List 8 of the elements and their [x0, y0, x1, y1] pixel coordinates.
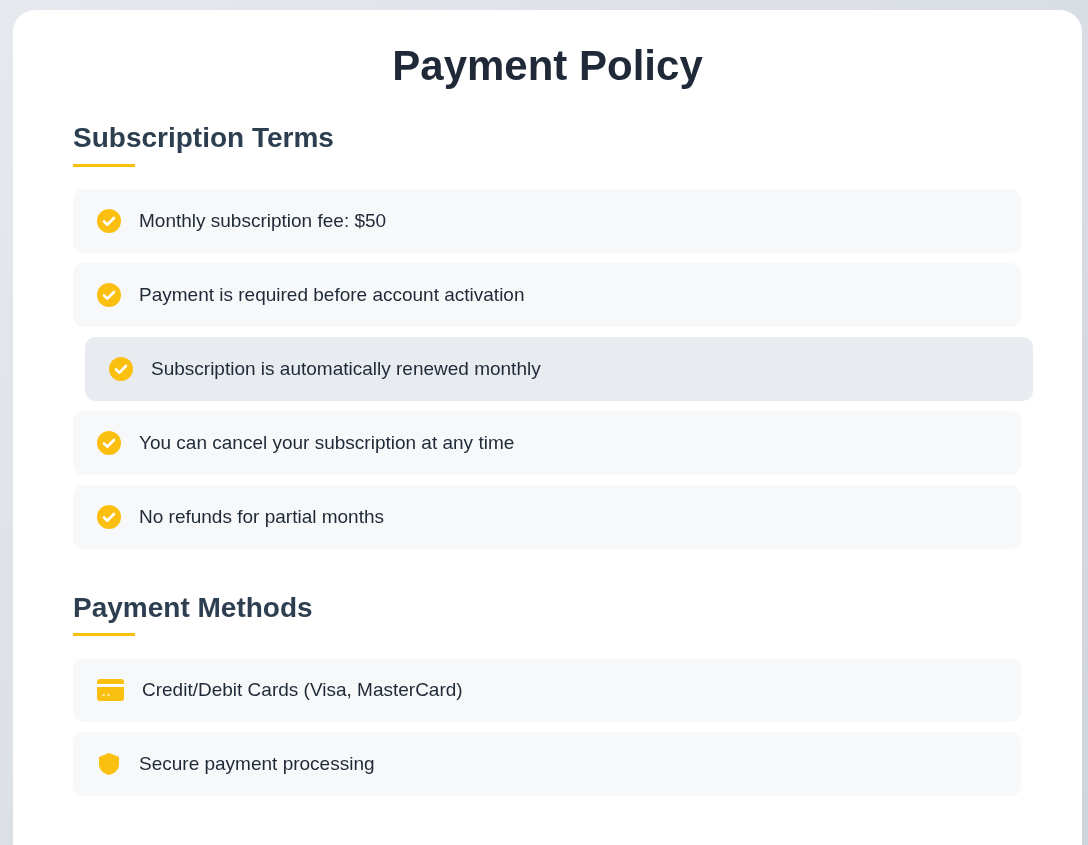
item-text: Subscription is automatically renewed monthly — [151, 357, 541, 380]
item-text: Credit/Debit Cards (Visa, MasterCard) — [142, 679, 463, 702]
item-text: Secure payment processing — [139, 753, 375, 776]
page-title: Payment Policy — [391, 41, 704, 91]
item-text: No refunds for partial months — [139, 505, 384, 528]
item-text: Payment is required before account activation — [139, 283, 525, 306]
item-text: Monthly subscription fee: $50 — [139, 209, 387, 232]
item-text: You can cancel your subscription at any time — [139, 431, 515, 454]
